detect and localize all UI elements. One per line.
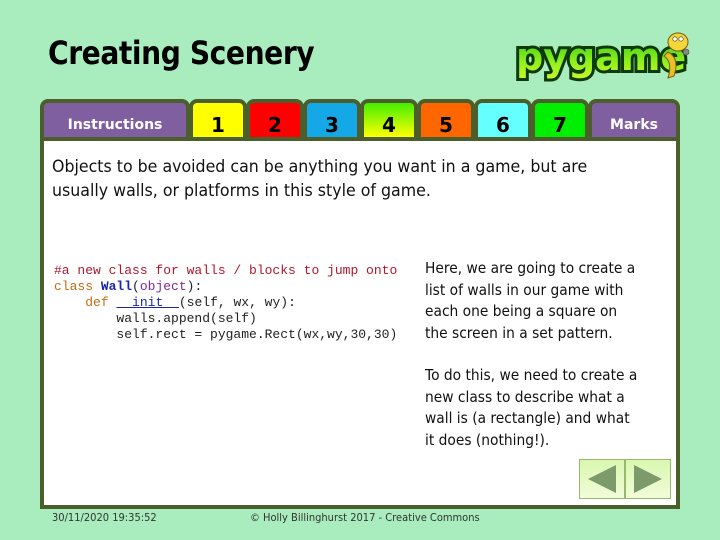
tab-label: 5	[439, 113, 453, 137]
triangle-right-icon	[634, 465, 662, 493]
tab-label: 3	[325, 113, 339, 137]
tab-label: 4	[382, 113, 396, 137]
explanation-paragraph: To do this, we need to create a new clas…	[425, 366, 638, 449]
tab-5[interactable]: 5	[417, 99, 475, 137]
footer-copyright: © Holly Billinghurst 2017 - Creative Com…	[250, 511, 480, 524]
tab-7[interactable]: 7	[531, 99, 589, 137]
footer-date: 30/11/2020 19:35:52	[52, 511, 157, 524]
explanation-text: Here, we are going to create a list of w…	[425, 258, 642, 472]
tab-label: 1	[211, 113, 225, 137]
code-snippet: #a new class for walls / blocks to jump …	[54, 263, 397, 343]
logo-text: pygame	[516, 35, 686, 79]
tab-label: 6	[496, 113, 510, 137]
code-line: walls.append(self)	[54, 311, 257, 326]
intro-text: Objects to be avoided can be anything yo…	[52, 157, 588, 201]
code-base-class: object	[139, 279, 187, 294]
slide-navigation	[579, 459, 671, 499]
tab-2[interactable]: 2	[246, 99, 304, 137]
code-text: ):	[186, 279, 203, 294]
tab-6[interactable]: 6	[474, 99, 532, 137]
tab-1[interactable]: 1	[189, 99, 247, 137]
tab-label: Instructions	[67, 117, 163, 133]
tab-3[interactable]: 3	[303, 99, 361, 137]
explanation-paragraph: Here, we are going to create a list of w…	[425, 259, 636, 342]
code-text: (self, wx, wy):	[178, 295, 296, 310]
content-panel: Objects to be avoided can be anything yo…	[40, 137, 680, 509]
triangle-left-icon	[588, 465, 616, 493]
tab-bar: Instructions 1 2 3 4 5 6 7 Marks	[40, 99, 680, 139]
tab-instructions[interactable]: Instructions	[40, 99, 190, 137]
tab-marks[interactable]: Marks	[588, 99, 680, 137]
code-function-name: __init__	[116, 295, 179, 310]
code-class-name: Wall	[100, 279, 133, 294]
pygame-logo: pygame pygame	[513, 32, 690, 82]
tab-label: Marks	[610, 117, 658, 133]
code-paren: (	[132, 279, 140, 294]
next-button[interactable]	[624, 460, 670, 498]
tab-4[interactable]: 4	[360, 99, 418, 137]
previous-button[interactable]	[580, 460, 624, 498]
code-line: self.rect = pygame.Rect(wx,wy,30,30)	[54, 327, 398, 342]
code-keyword-class: class	[54, 279, 101, 294]
tab-label: 2	[268, 113, 282, 137]
page-title: Creating Scenery	[48, 34, 315, 72]
tab-label: 7	[553, 113, 567, 137]
code-comment: #a new class for walls / blocks to jump …	[54, 263, 398, 278]
code-keyword-def: def	[85, 295, 117, 310]
